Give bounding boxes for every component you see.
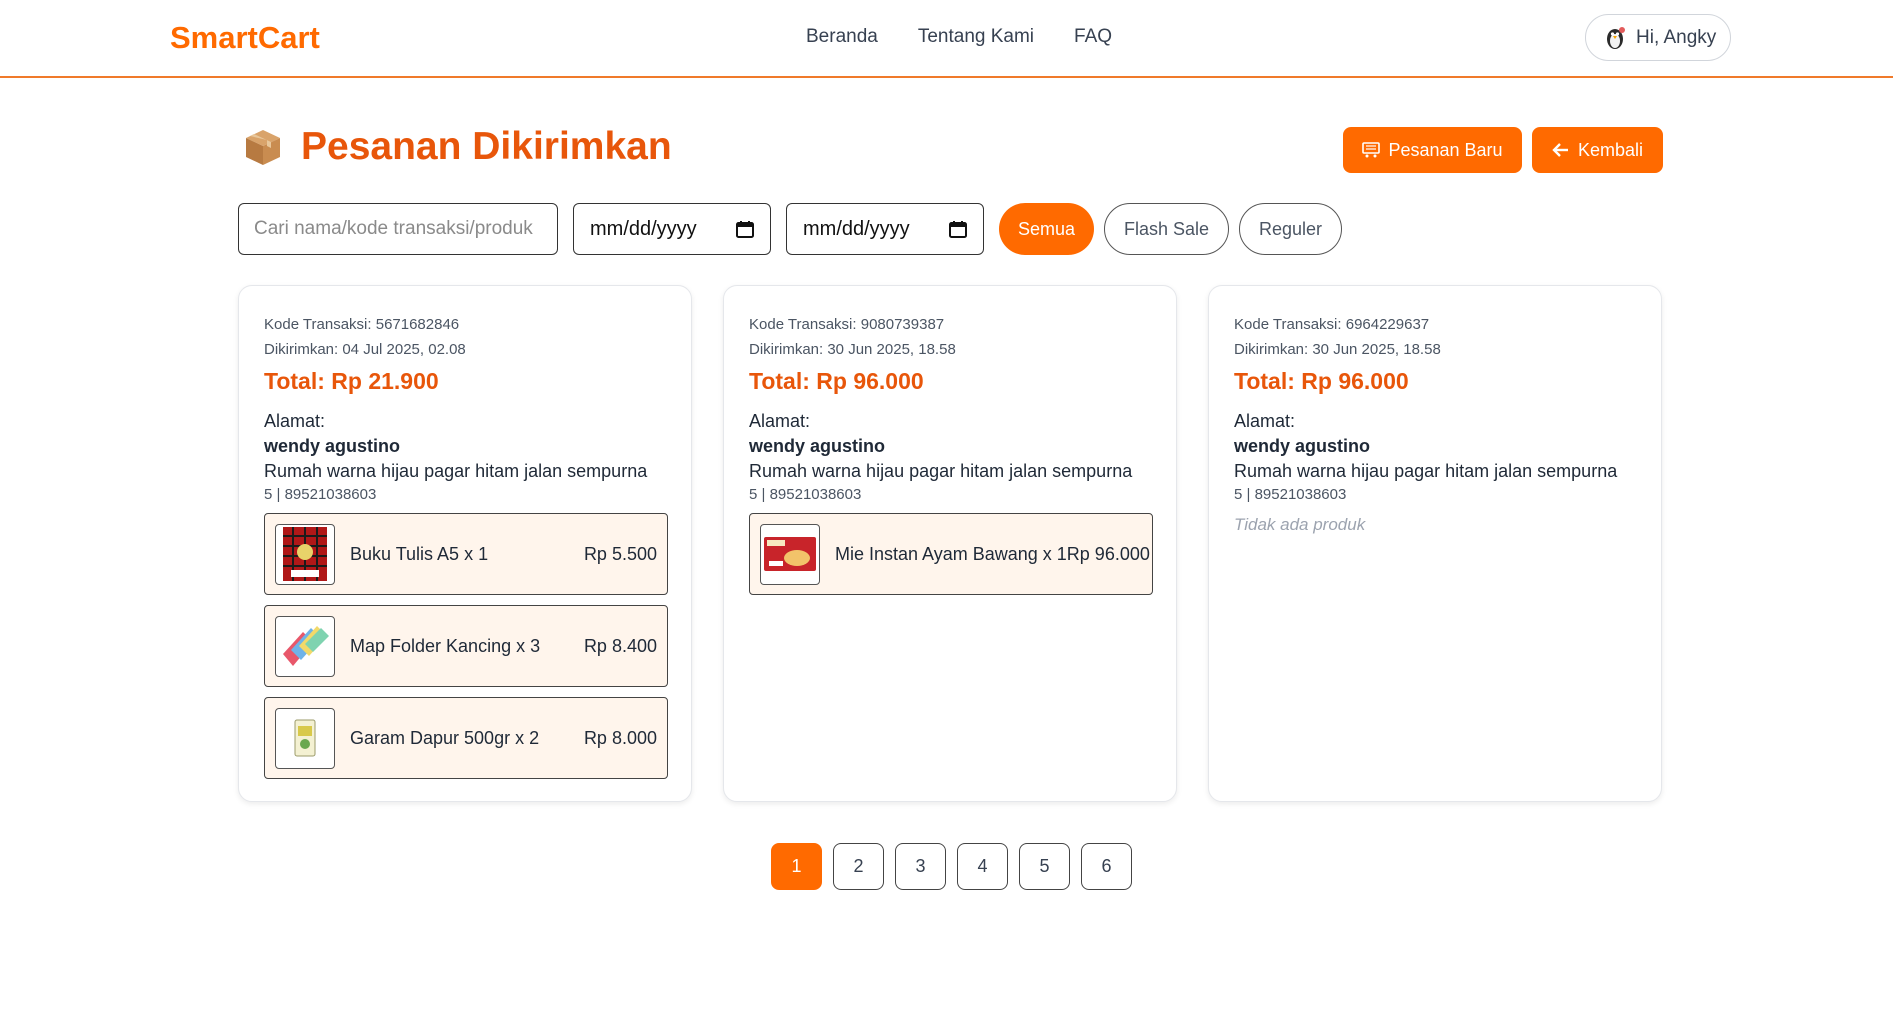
date-to-value: mm/dd/yyyy	[803, 217, 910, 240]
folder-thumbnail	[275, 615, 335, 677]
item-price: Rp 8.400	[583, 635, 657, 656]
address-phone: 5 | 89521038603	[264, 486, 377, 503]
nav-links: Beranda Tentang Kami FAQ	[806, 26, 1112, 48]
notebook-thumbnail	[275, 523, 335, 585]
transaction-code: Kode Transaksi: 6964229637	[1234, 316, 1430, 333]
package-icon	[246, 130, 280, 165]
cart-icon	[1362, 142, 1381, 158]
back-label: Kembali	[1577, 139, 1644, 160]
item-name: Garam Dapur 500gr x 2	[350, 727, 540, 748]
back-button[interactable]: Kembali	[1532, 127, 1663, 173]
recipient-name: wendy agustino	[749, 436, 886, 456]
item-price: Rp 96.000	[1066, 543, 1150, 564]
order-card: Kode Transaksi: 5671682846 Dikirimkan: 0…	[238, 285, 692, 802]
filter-chip-flash-sale[interactable]: Flash Sale	[1104, 203, 1229, 255]
page-button-1[interactable]: 1	[771, 843, 822, 890]
address-line: Rumah warna hijau pagar hitam jalan semp…	[749, 461, 1133, 481]
pagination: 1 2 3 4 5 6	[771, 843, 1132, 890]
date-from-value: mm/dd/yyyy	[590, 217, 697, 240]
page-button-2[interactable]: 2	[833, 843, 884, 890]
page-button-5[interactable]: 5	[1019, 843, 1070, 890]
salt-thumbnail	[275, 707, 335, 769]
page-title: Pesanan Dikirimkan	[243, 125, 672, 169]
penguin-avatar-icon	[1607, 26, 1625, 49]
address-phone: 5 | 89521038603	[1234, 486, 1347, 503]
new-order-button[interactable]: Pesanan Baru	[1343, 127, 1522, 173]
noodle-thumbnail	[760, 523, 820, 585]
date-to-input[interactable]: mm/dd/yyyy	[786, 203, 984, 255]
address-label: Alamat:	[264, 411, 326, 431]
nav-tentang-kami[interactable]: Tentang Kami	[918, 26, 1034, 48]
shipped-date: Dikirimkan: 30 Jun 2025, 18.58	[749, 341, 956, 358]
order-item[interactable]: Garam Dapur 500gr x 2 Rp 8.000	[264, 697, 668, 779]
order-total: Total: Rp 21.900	[264, 368, 439, 394]
item-name: Map Folder Kancing x 3	[350, 635, 541, 656]
calendar-icon[interactable]	[736, 220, 754, 238]
shipped-date: Dikirimkan: 04 Jul 2025, 02.08	[264, 341, 466, 358]
new-order-label: Pesanan Baru	[1388, 139, 1503, 160]
address-phone: 5 | 89521038603	[749, 486, 862, 503]
nav-faq[interactable]: FAQ	[1074, 26, 1112, 48]
filter-chip-semua[interactable]: Semua	[999, 203, 1094, 255]
order-item[interactable]: Buku Tulis A5 x 1 Rp 5.500	[264, 513, 668, 595]
nav-beranda[interactable]: Beranda	[806, 26, 878, 48]
user-greeting: Hi, Angky	[1636, 26, 1717, 48]
transaction-code: Kode Transaksi: 9080739387	[749, 316, 945, 333]
item-name: Mie Instan Ayam Bawang x 1	[835, 543, 1067, 564]
arrow-left-icon	[1552, 143, 1568, 157]
search-input[interactable]	[238, 203, 558, 255]
no-product-text: Tidak ada produk	[1234, 515, 1366, 534]
top-navbar: SmartCart Beranda Tentang Kami FAQ Hi, A…	[0, 0, 1893, 78]
order-total: Total: Rp 96.000	[1234, 368, 1409, 394]
date-from-input[interactable]: mm/dd/yyyy	[573, 203, 771, 255]
transaction-code: Kode Transaksi: 5671682846	[264, 316, 460, 333]
page-button-6[interactable]: 6	[1081, 843, 1132, 890]
address-line: Rumah warna hijau pagar hitam jalan semp…	[264, 461, 648, 481]
item-price: Rp 5.500	[583, 543, 657, 564]
order-card: Kode Transaksi: 6964229637 Dikirimkan: 3…	[1208, 285, 1662, 802]
recipient-name: wendy agustino	[1234, 436, 1371, 456]
page-button-4[interactable]: 4	[957, 843, 1008, 890]
address-line: Rumah warna hijau pagar hitam jalan semp…	[1234, 461, 1618, 481]
calendar-icon[interactable]	[949, 220, 967, 238]
order-item[interactable]: Mie Instan Ayam Bawang x 1 Rp 96.000	[749, 513, 1153, 595]
address-label: Alamat:	[749, 411, 811, 431]
recipient-name: wendy agustino	[264, 436, 401, 456]
brand-logo[interactable]: SmartCart	[170, 20, 320, 56]
filter-chip-reguler[interactable]: Reguler	[1239, 203, 1342, 255]
order-item[interactable]: Map Folder Kancing x 3 Rp 8.400	[264, 605, 668, 687]
order-total: Total: Rp 96.000	[749, 368, 924, 394]
item-name: Buku Tulis A5 x 1	[350, 543, 489, 564]
item-price: Rp 8.000	[583, 727, 657, 748]
address-label: Alamat:	[1234, 411, 1296, 431]
page-title-text: Pesanan Dikirimkan	[301, 125, 672, 168]
page-button-3[interactable]: 3	[895, 843, 946, 890]
order-card: Kode Transaksi: 9080739387 Dikirimkan: 3…	[723, 285, 1177, 802]
shipped-date: Dikirimkan: 30 Jun 2025, 18.58	[1234, 341, 1441, 358]
user-menu-button[interactable]: Hi, Angky	[1585, 14, 1731, 61]
